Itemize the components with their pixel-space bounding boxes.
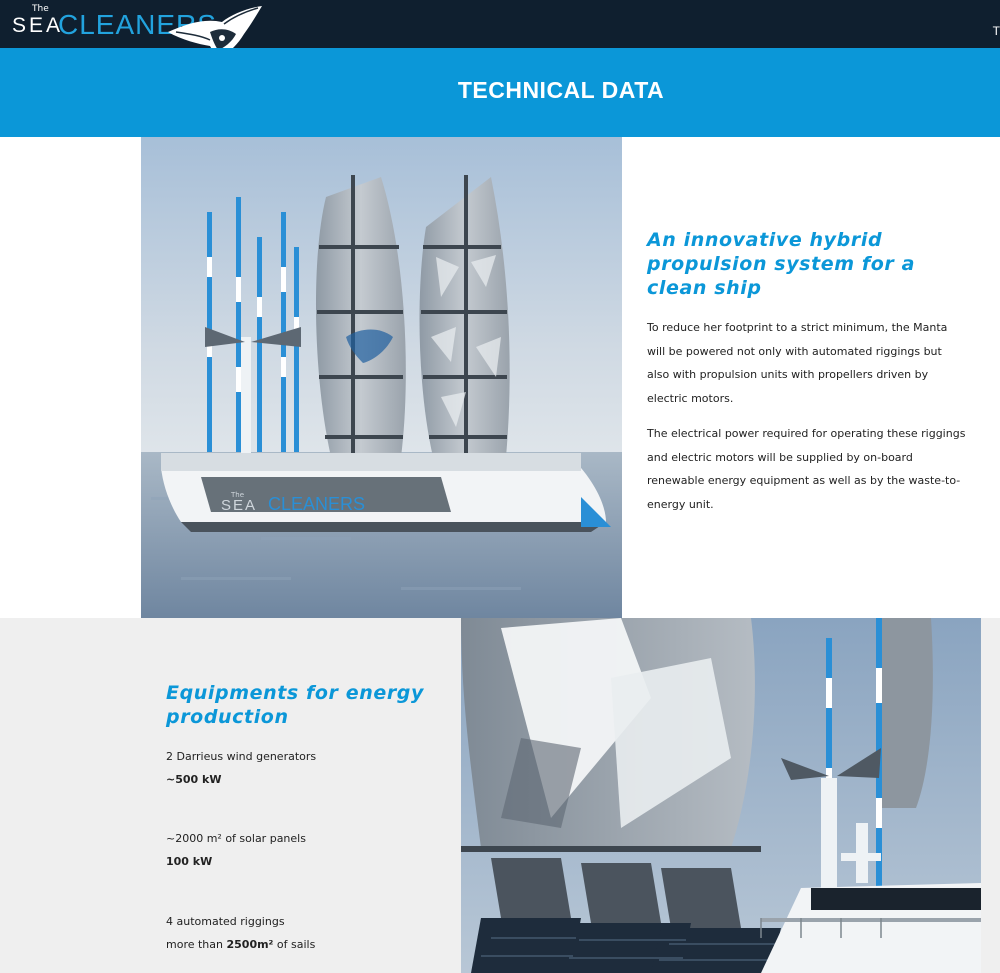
energy-section: Equipments for energy production 2 Darri…: [0, 618, 1000, 973]
page-title: TECHNICAL DATA: [457, 77, 665, 103]
spec-solar-label: ~2000 m² of solar panels: [166, 832, 306, 845]
spec-wind-label: 2 Darrieus wind generators: [166, 750, 317, 763]
spec-riggings: 4 automated riggings more than 2500m² of…: [166, 910, 315, 956]
propulsion-paragraph-1: To reduce her footprint to a strict mini…: [647, 321, 948, 405]
spec-solar: ~2000 m² of solar panels 100 kW: [166, 827, 306, 873]
nav-edge-text[interactable]: T: [993, 24, 1000, 38]
propulsion-paragraph-2: The electrical power required for operat…: [647, 427, 966, 511]
title-banner: TECHNICAL DATA: [0, 48, 1000, 137]
hull-cleaners-text: CLEANERS: [268, 494, 365, 514]
propulsion-text: An innovative hybrid propulsion system f…: [647, 228, 967, 516]
logo-the-text: The: [32, 4, 49, 14]
rigging-closeup-image: [461, 618, 981, 973]
energy-heading: Equipments for energy production: [166, 682, 424, 728]
spec-riggings-prefix: more than: [166, 938, 227, 951]
spec-riggings-label: 4 automated riggings: [166, 915, 285, 928]
energy-text: Equipments for energy production 2 Darri…: [166, 681, 446, 951]
hull-sea-text: SEA: [221, 497, 257, 514]
spec-wind-value: ~500 kW: [166, 773, 222, 786]
spec-riggings-strong: 2500m²: [226, 938, 274, 951]
top-bar: The SEA CLEANERS T: [0, 0, 1000, 56]
spec-solar-value: 100 kW: [166, 855, 213, 868]
manta-ship-image: The SEA CLEANERS: [141, 137, 622, 618]
propulsion-section: The SEA CLEANERS An innovative hybrid pr…: [0, 137, 1000, 618]
spec-riggings-suffix: of sails: [273, 938, 316, 951]
propulsion-heading: An innovative hybrid propulsion system f…: [647, 229, 915, 299]
logo-sea-text: SEA: [12, 14, 64, 37]
spec-wind: 2 Darrieus wind generators ~500 kW: [166, 745, 316, 791]
spec-riggings-value: more than 2500m² of sails: [166, 933, 315, 956]
